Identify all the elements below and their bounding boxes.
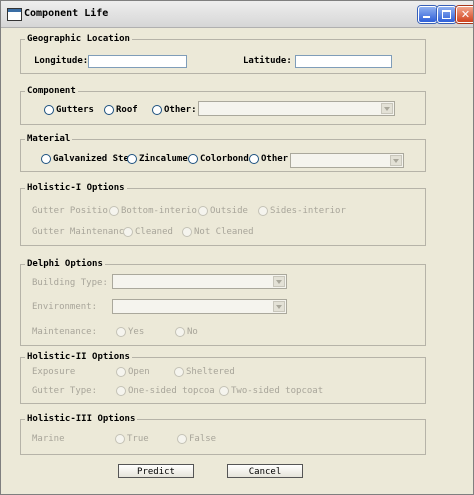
minimize-button[interactable] xyxy=(418,6,437,23)
exposure-label: Exposure xyxy=(32,367,76,377)
geographic-location-legend: Geographic Location xyxy=(27,34,130,44)
gutter-maintenance-label: Gutter Maintenanc xyxy=(32,227,125,237)
holistic-iii-legend: Holistic-III Options xyxy=(27,414,136,424)
gutter-position-label: Gutter Positio xyxy=(32,206,108,216)
material-other-select[interactable] xyxy=(290,153,404,168)
longitude-label: Longitude: xyxy=(34,56,89,66)
gutter-position-bottom-label: Bottom-interio xyxy=(121,206,197,216)
cancel-button[interactable]: Cancel xyxy=(227,464,303,478)
component-roof-label: Roof xyxy=(116,105,138,115)
component-legend: Component xyxy=(27,86,76,96)
latitude-label: Latitude: xyxy=(243,56,292,66)
material-galvanized-radio[interactable] xyxy=(41,154,51,164)
gutter-maintenance-not-cleaned-label: Not Cleaned xyxy=(194,227,254,237)
window-title: Component Life xyxy=(24,8,109,19)
delphi-options-legend: Delphi Options xyxy=(27,259,103,269)
environment-select[interactable] xyxy=(112,299,287,314)
geographic-location-group: Geographic Location xyxy=(20,34,426,74)
gutter-maintenance-not-cleaned-radio[interactable] xyxy=(182,227,192,237)
gutter-position-outside-radio[interactable] xyxy=(198,206,208,216)
maximize-button[interactable] xyxy=(437,6,456,23)
gutter-type-one-sided-radio[interactable] xyxy=(116,386,126,396)
gutter-type-one-sided-label: One-sided topcoa xyxy=(128,386,215,396)
material-zincalume-radio[interactable] xyxy=(127,154,137,164)
material-colorbond-label: Colorbond xyxy=(200,154,249,164)
maintenance-label: Maintenance: xyxy=(32,327,98,337)
material-other-label: Other: xyxy=(261,154,294,164)
exposure-open-label: Open xyxy=(128,367,150,377)
longitude-input[interactable] xyxy=(88,55,187,68)
marine-true-label: True xyxy=(127,434,149,444)
holistic-i-legend: Holistic-I Options xyxy=(27,183,125,193)
building-type-select[interactable] xyxy=(112,274,287,289)
exposure-sheltered-radio[interactable] xyxy=(174,367,184,377)
gutter-position-sides-label: Sides-interior xyxy=(270,206,346,216)
exposure-open-radio[interactable] xyxy=(116,367,126,377)
material-colorbond-radio[interactable] xyxy=(188,154,198,164)
marine-label: Marine xyxy=(32,434,65,444)
component-gutters-radio[interactable] xyxy=(44,105,54,115)
chevron-down-icon xyxy=(273,276,285,287)
maintenance-yes-radio[interactable] xyxy=(116,327,126,337)
gutter-position-sides-radio[interactable] xyxy=(258,206,268,216)
latitude-input[interactable] xyxy=(295,55,392,68)
holistic-ii-group: Holistic-II Options xyxy=(20,352,426,404)
marine-false-radio[interactable] xyxy=(177,434,187,444)
component-other-label: Other: xyxy=(164,105,197,115)
gutter-type-two-sided-radio[interactable] xyxy=(219,386,229,396)
material-legend: Material xyxy=(27,134,71,144)
maintenance-no-label: No xyxy=(187,327,198,337)
environment-label: Environment: xyxy=(32,302,98,312)
marine-false-label: False xyxy=(189,434,217,444)
holistic-ii-legend: Holistic-II Options xyxy=(27,352,130,362)
marine-true-radio[interactable] xyxy=(115,434,125,444)
chevron-down-icon xyxy=(390,155,402,166)
maintenance-no-radio[interactable] xyxy=(175,327,185,337)
maintenance-yes-label: Yes xyxy=(128,327,145,337)
window-icon xyxy=(7,8,22,21)
predict-button[interactable]: Predict xyxy=(118,464,194,478)
material-galvanized-label: Galvanized Ste xyxy=(53,154,129,164)
close-button[interactable]: ✕ xyxy=(456,6,473,23)
gutter-position-bottom-radio[interactable] xyxy=(109,206,119,216)
material-zincalume-label: Zincalume xyxy=(139,154,188,164)
material-other-radio[interactable] xyxy=(249,154,259,164)
exposure-sheltered-label: Sheltered xyxy=(186,367,235,377)
close-icon: ✕ xyxy=(460,8,471,21)
title-bar[interactable]: Component Life ✕ xyxy=(1,1,473,28)
component-life-window: Component Life ✕ Geographic Location Lon… xyxy=(0,0,474,495)
minimize-icon xyxy=(423,16,430,18)
component-other-radio[interactable] xyxy=(152,105,162,115)
holistic-iii-group: Holistic-III Options xyxy=(20,414,426,455)
chevron-down-icon xyxy=(273,301,285,312)
gutter-position-outside-label: Outside xyxy=(210,206,248,216)
gutter-maintenance-cleaned-label: Cleaned xyxy=(135,227,173,237)
gutter-type-two-sided-label: Two-sided topcoat xyxy=(231,386,324,396)
maximize-icon xyxy=(442,10,451,19)
component-gutters-label: Gutters xyxy=(56,105,94,115)
chevron-down-icon xyxy=(381,103,393,114)
form-content: Geographic Location Longitude: Latitude:… xyxy=(1,28,473,494)
building-type-label: Building Type: xyxy=(32,278,108,288)
gutter-type-label: Gutter Type: xyxy=(32,386,98,396)
gutter-maintenance-cleaned-radio[interactable] xyxy=(123,227,133,237)
component-other-select[interactable] xyxy=(198,101,395,116)
component-roof-radio[interactable] xyxy=(104,105,114,115)
